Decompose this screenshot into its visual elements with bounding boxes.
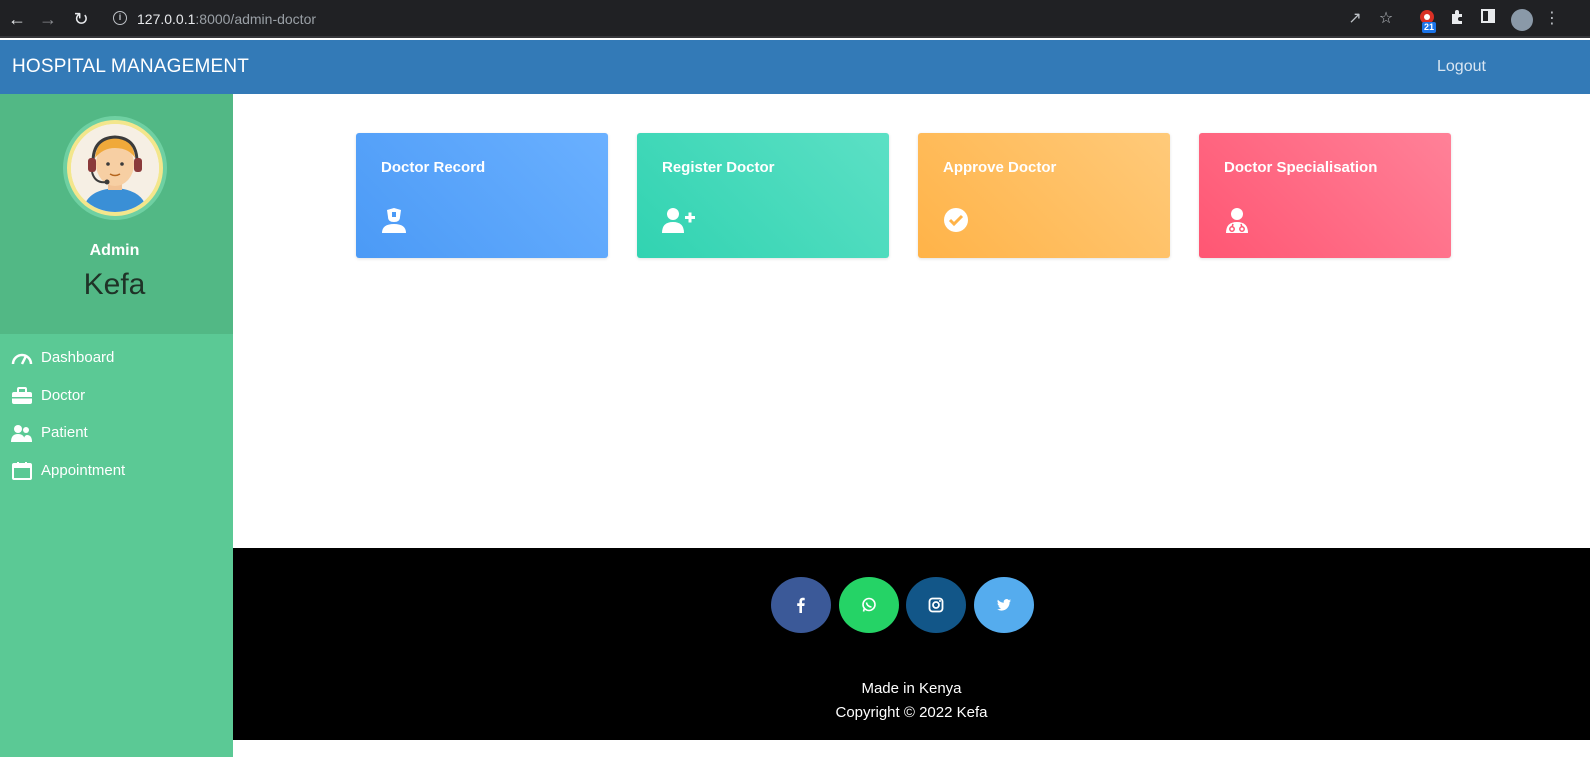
sidebar: Admin Kefa Dashboard Doctor Patient Appo…: [0, 94, 233, 757]
menu-dots-icon[interactable]: ⋮: [1542, 9, 1562, 29]
sidebar-item-label: Doctor: [41, 387, 86, 404]
sidebar-item-doctor[interactable]: Doctor: [0, 382, 233, 412]
sidebar-item-label: Dashboard: [41, 349, 115, 366]
page-bottom-strip: [233, 740, 1590, 757]
whatsapp-button[interactable]: [839, 577, 899, 633]
sidebar-item-patient[interactable]: Patient: [0, 419, 233, 449]
card-title: Doctor Record: [381, 159, 486, 176]
forward-icon[interactable]: →: [38, 9, 58, 29]
calendar-icon: [11, 462, 32, 480]
made-in-text: Made in Kenya: [861, 680, 962, 697]
user-name: Kefa: [83, 268, 146, 301]
instagram-icon: [928, 597, 944, 613]
card-title: Register Doctor: [662, 159, 775, 176]
card-doctor-record[interactable]: Doctor Record: [356, 133, 608, 258]
facebook-icon: [797, 597, 805, 613]
puzzle-icon[interactable]: [1447, 9, 1467, 29]
sidebar-item-label: Patient: [41, 424, 88, 441]
site-info-icon[interactable]: i: [113, 11, 127, 25]
reload-icon[interactable]: ↻: [71, 9, 91, 29]
facebook-button[interactable]: [771, 577, 831, 633]
footer: Made in Kenya Copyright © 2022 Kefa: [233, 548, 1590, 740]
address-bar[interactable]: 127.0.0.1:8000/admin-doctor: [137, 11, 316, 27]
twitter-icon: [997, 599, 1011, 611]
users-icon: [11, 424, 32, 442]
sidebar-item-appointment[interactable]: Appointment: [0, 457, 233, 487]
avatar: [63, 116, 167, 220]
sidebar-item-dashboard[interactable]: Dashboard: [0, 344, 233, 374]
brand-title[interactable]: HOSPITAL MANAGEMENT: [12, 56, 249, 78]
url-host: 127.0.0.1: [137, 11, 196, 27]
card-register-doctor[interactable]: Register Doctor: [637, 133, 889, 258]
card-title: Approve Doctor: [943, 159, 1057, 176]
whatsapp-icon: [862, 597, 876, 612]
side-panel-icon[interactable]: [1478, 9, 1498, 29]
user-plus-icon: [662, 207, 695, 233]
check-circle-icon: [943, 207, 969, 233]
copyright-text: Copyright © 2022 Kefa: [835, 704, 988, 721]
top-navbar: HOSPITAL MANAGEMENT Logout: [0, 40, 1590, 94]
back-icon[interactable]: ←: [7, 9, 27, 29]
twitter-button[interactable]: [974, 577, 1034, 633]
instagram-button[interactable]: [906, 577, 966, 633]
profile-panel: Admin Kefa: [0, 94, 233, 334]
user-role: Admin: [89, 242, 140, 259]
share-icon[interactable]: ↗: [1345, 9, 1365, 29]
user-nurse-icon: [381, 207, 407, 233]
user-md-icon: [1224, 207, 1250, 233]
browser-toolbar: ← → ↻ i 127.0.0.1:8000/admin-doctor ↗ ☆ …: [0, 0, 1590, 38]
sidebar-item-label: Appointment: [41, 462, 126, 479]
card-doctor-specialisation[interactable]: Doctor Specialisation: [1199, 133, 1451, 258]
tachometer-icon: [11, 349, 33, 367]
bookmark-star-icon[interactable]: ☆: [1376, 9, 1396, 29]
card-title: Doctor Specialisation: [1224, 159, 1378, 176]
admin-avatar-icon: [67, 120, 163, 216]
briefcase-icon: [11, 387, 32, 405]
profile-avatar[interactable]: [1511, 9, 1533, 31]
card-approve-doctor[interactable]: Approve Doctor: [918, 133, 1170, 258]
extension-badge: 21: [1422, 22, 1437, 33]
logout-link[interactable]: Logout: [1437, 58, 1486, 76]
url-path: :8000/admin-doctor: [195, 11, 317, 27]
